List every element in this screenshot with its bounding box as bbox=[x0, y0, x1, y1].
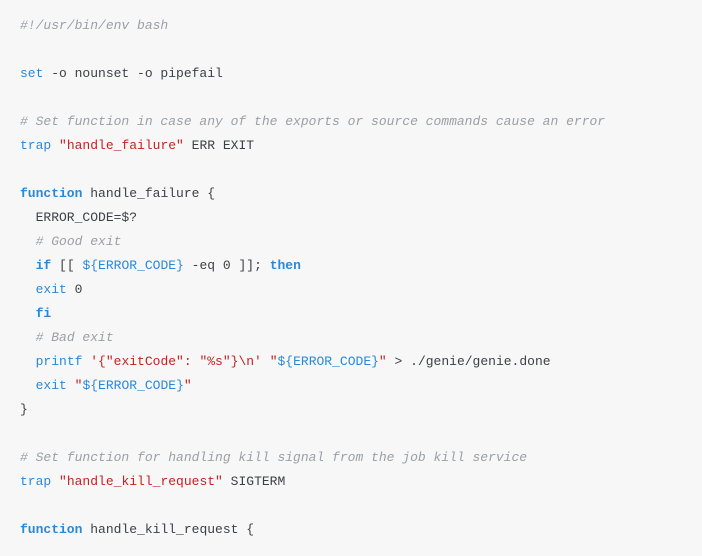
code-token: -o nounset -o pipefail bbox=[43, 66, 222, 81]
code-line: # Set function for handling kill signal … bbox=[20, 446, 682, 470]
code-token: ERROR_CODE=$? bbox=[20, 210, 137, 225]
code-line: #!/usr/bin/env bash bbox=[20, 14, 682, 38]
code-token: ${ERROR_CODE} bbox=[278, 354, 379, 369]
code-token: [[ bbox=[51, 258, 82, 273]
code-line bbox=[20, 38, 682, 62]
code-token: ${ERROR_CODE} bbox=[82, 258, 183, 273]
code-block: #!/usr/bin/env bash set -o nounset -o pi… bbox=[0, 0, 702, 556]
code-token: trap bbox=[20, 474, 51, 489]
code-line: if [[ ${ERROR_CODE} -eq 0 ]]; then bbox=[20, 254, 682, 278]
code-token: # Set function for handling kill signal … bbox=[20, 450, 527, 465]
code-token bbox=[51, 138, 59, 153]
code-token bbox=[20, 378, 36, 393]
code-token: " bbox=[379, 354, 387, 369]
code-token bbox=[20, 330, 36, 345]
code-token bbox=[262, 354, 270, 369]
code-token bbox=[67, 378, 75, 393]
code-line: function handle_failure { bbox=[20, 182, 682, 206]
code-token bbox=[20, 234, 36, 249]
code-line: printf '{"exitCode": "%s"}\n' "${ERROR_C… bbox=[20, 350, 682, 374]
code-token bbox=[20, 354, 36, 369]
code-line: ERROR_CODE=$? bbox=[20, 206, 682, 230]
code-token: ERR EXIT bbox=[184, 138, 254, 153]
code-token: "handle_failure" bbox=[59, 138, 184, 153]
code-token: { bbox=[238, 522, 254, 537]
code-token: function bbox=[20, 522, 82, 537]
code-token: } bbox=[20, 402, 28, 417]
code-token: SIGTERM bbox=[223, 474, 285, 489]
code-token bbox=[51, 474, 59, 489]
code-token: # Good exit bbox=[36, 234, 122, 249]
code-token bbox=[20, 282, 36, 297]
code-line: } bbox=[20, 398, 682, 422]
code-token: handle_failure bbox=[90, 186, 199, 201]
code-token: ${ERROR_CODE} bbox=[82, 378, 183, 393]
code-token: > ./genie/genie.done bbox=[387, 354, 551, 369]
code-token: -eq 0 ]]; bbox=[184, 258, 270, 273]
code-token bbox=[20, 258, 36, 273]
code-token: '{"exitCode": "%s"}\n' bbox=[90, 354, 262, 369]
code-token: # Bad exit bbox=[36, 330, 114, 345]
code-line: # Bad exit bbox=[20, 326, 682, 350]
code-token: printf bbox=[36, 354, 83, 369]
code-token bbox=[20, 306, 36, 321]
code-token: 0 bbox=[67, 282, 83, 297]
code-line: fi bbox=[20, 302, 682, 326]
code-line: exit 0 bbox=[20, 278, 682, 302]
code-line: trap "handle_failure" ERR EXIT bbox=[20, 134, 682, 158]
code-line bbox=[20, 158, 682, 182]
code-token: set bbox=[20, 66, 43, 81]
code-line: # Good exit bbox=[20, 230, 682, 254]
code-token: then bbox=[270, 258, 301, 273]
code-token: trap bbox=[20, 138, 51, 153]
code-line bbox=[20, 494, 682, 518]
code-token: "handle_kill_request" bbox=[59, 474, 223, 489]
code-line: # Set function in case any of the export… bbox=[20, 110, 682, 134]
code-token: exit bbox=[36, 282, 67, 297]
code-token: fi bbox=[36, 306, 52, 321]
code-token: " bbox=[270, 354, 278, 369]
code-token: if bbox=[36, 258, 52, 273]
code-line: function handle_kill_request { bbox=[20, 518, 682, 542]
code-line: set -o nounset -o pipefail bbox=[20, 62, 682, 86]
code-line bbox=[20, 86, 682, 110]
code-line: trap "handle_kill_request" SIGTERM bbox=[20, 470, 682, 494]
code-token: # Set function in case any of the export… bbox=[20, 114, 605, 129]
code-token: " bbox=[184, 378, 192, 393]
code-token: exit bbox=[36, 378, 67, 393]
code-line: exit "${ERROR_CODE}" bbox=[20, 374, 682, 398]
code-token: handle_kill_request bbox=[90, 522, 238, 537]
code-token: #!/usr/bin/env bash bbox=[20, 18, 168, 33]
code-token: { bbox=[199, 186, 215, 201]
code-line bbox=[20, 422, 682, 446]
code-token: function bbox=[20, 186, 82, 201]
